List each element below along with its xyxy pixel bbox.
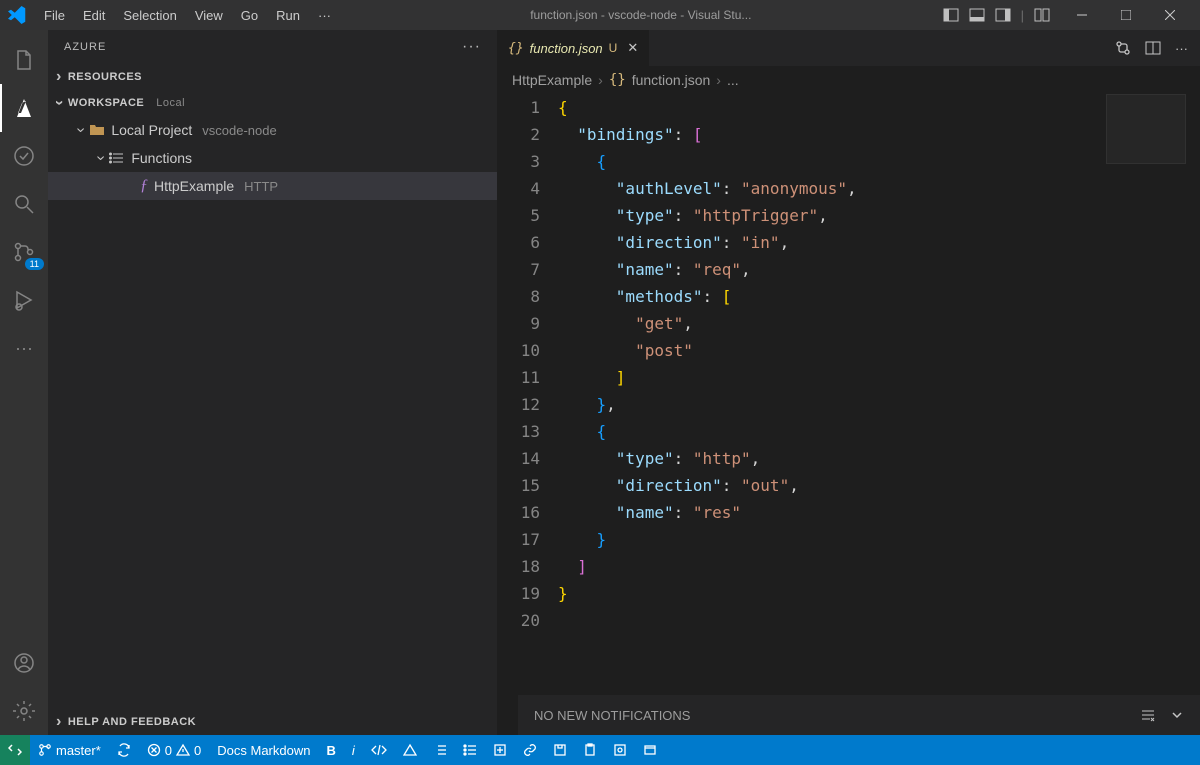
sidebar-more-icon[interactable]: ··· (462, 38, 481, 56)
docs-markdown[interactable]: Docs Markdown (209, 735, 318, 765)
list-icon (109, 150, 125, 166)
menu-edit[interactable]: Edit (75, 4, 113, 27)
menu-go[interactable]: Go (233, 4, 266, 27)
menu-run[interactable]: Run (268, 4, 308, 27)
minimap[interactable] (1106, 94, 1186, 164)
chevron-down-icon (56, 94, 62, 112)
menu-view[interactable]: View (187, 4, 231, 27)
menu-file[interactable]: File (36, 4, 73, 27)
branch-name: master* (56, 743, 101, 758)
activity-run-debug-icon[interactable] (0, 276, 48, 324)
resources-label: RESOURCES (68, 71, 142, 83)
window-minimize-icon[interactable] (1060, 0, 1104, 30)
function-tag: HTTP (244, 179, 278, 194)
new-file-icon[interactable] (485, 735, 515, 765)
menu-more[interactable]: ··· (310, 4, 339, 27)
notifications-panel[interactable]: NO NEW NOTIFICATIONS (518, 695, 1200, 735)
function-name: HttpExample (154, 178, 234, 194)
project-suffix: vscode-node (202, 123, 276, 138)
scm-badge: 11 (25, 258, 44, 270)
activity-search-icon[interactable] (0, 180, 48, 228)
breadcrumb-tail[interactable]: ... (727, 72, 739, 88)
breadcrumbs[interactable]: HttpExample › {} function.json › ... (498, 66, 1200, 94)
window-title: function.json - vscode-node - Visual Stu… (339, 8, 943, 22)
window-icon[interactable] (635, 735, 665, 765)
layout-controls[interactable]: | (943, 7, 1050, 23)
tree-functions[interactable]: Functions (48, 144, 497, 172)
help-label: HELP AND FEEDBACK (68, 716, 196, 728)
activity-explorer-icon[interactable] (0, 36, 48, 84)
activity-azure-icon[interactable] (0, 84, 48, 132)
clear-all-icon[interactable] (1140, 707, 1156, 723)
functions-label: Functions (131, 150, 192, 166)
compare-changes-icon[interactable] (1115, 40, 1131, 56)
problems-indicator[interactable]: 0 0 (139, 735, 209, 765)
activity-settings-icon[interactable] (0, 687, 48, 735)
tab-name: function.json (530, 41, 603, 56)
editor-tab[interactable]: {} function.json U ✕ (498, 30, 649, 66)
activity-account-icon[interactable] (0, 639, 48, 687)
workspace-label: WORKSPACE (68, 97, 144, 109)
json-icon: {} (609, 72, 626, 88)
error-count: 0 (165, 743, 172, 758)
breadcrumb-item[interactable]: function.json (632, 72, 711, 88)
warning-count: 0 (194, 743, 201, 758)
preview-icon[interactable] (605, 735, 635, 765)
activity-tests-icon[interactable] (0, 132, 48, 180)
tab-close-icon[interactable]: ✕ (627, 40, 638, 56)
notifications-text: NO NEW NOTIFICATIONS (534, 708, 690, 723)
breadcrumb-item[interactable]: HttpExample (512, 72, 592, 88)
section-resources[interactable]: RESOURCES (48, 64, 497, 90)
branch-indicator[interactable]: master* (30, 735, 109, 765)
chevron-right-icon (56, 713, 62, 731)
remote-indicator[interactable] (0, 735, 30, 765)
window-close-icon[interactable] (1148, 0, 1192, 30)
tree-function-item[interactable]: ƒ HttpExample HTTP (48, 172, 497, 200)
clipboard-icon[interactable] (575, 735, 605, 765)
activity-scm-icon[interactable]: 11 (0, 228, 48, 276)
code-editor[interactable]: 1234567891011121314151617181920 { "bindi… (498, 94, 1200, 735)
chevron-down-icon (98, 149, 103, 167)
split-editor-icon[interactable] (1145, 40, 1161, 56)
chevron-down-icon (78, 121, 83, 139)
bold-button[interactable]: B (318, 735, 343, 765)
line-number-gutter: 1234567891011121314151617181920 (498, 94, 558, 735)
folder-icon (89, 122, 105, 138)
json-icon: {} (508, 41, 524, 56)
numbered-list-icon[interactable] (425, 735, 455, 765)
italic-button[interactable]: i (344, 735, 363, 765)
chevron-right-icon (56, 68, 62, 86)
function-icon: ƒ (140, 177, 148, 195)
tree-local-project[interactable]: Local Project vscode-node (48, 116, 497, 144)
alert-icon[interactable] (395, 735, 425, 765)
vscode-logo-icon (8, 6, 26, 24)
section-workspace[interactable]: WORKSPACE Local (48, 90, 497, 116)
link-icon[interactable] (515, 735, 545, 765)
chevron-down-icon[interactable] (1170, 707, 1184, 723)
sync-icon[interactable] (109, 735, 139, 765)
section-help[interactable]: HELP AND FEEDBACK (48, 709, 497, 735)
project-label: Local Project (111, 122, 192, 138)
activity-more-icon[interactable]: ··· (0, 324, 48, 372)
window-maximize-icon[interactable] (1104, 0, 1148, 30)
save-icon[interactable] (545, 735, 575, 765)
editor-more-icon[interactable]: ··· (1175, 41, 1188, 56)
code-tag-icon[interactable] (363, 735, 395, 765)
tab-modified-indicator: U (609, 41, 618, 55)
bullet-list-icon[interactable] (455, 735, 485, 765)
code-content[interactable]: { "bindings": [ { "authLevel": "anonymou… (558, 94, 1200, 735)
workspace-tag: Local (156, 97, 185, 109)
sidebar-title: AZURE (64, 41, 106, 53)
menu-selection[interactable]: Selection (115, 4, 184, 27)
